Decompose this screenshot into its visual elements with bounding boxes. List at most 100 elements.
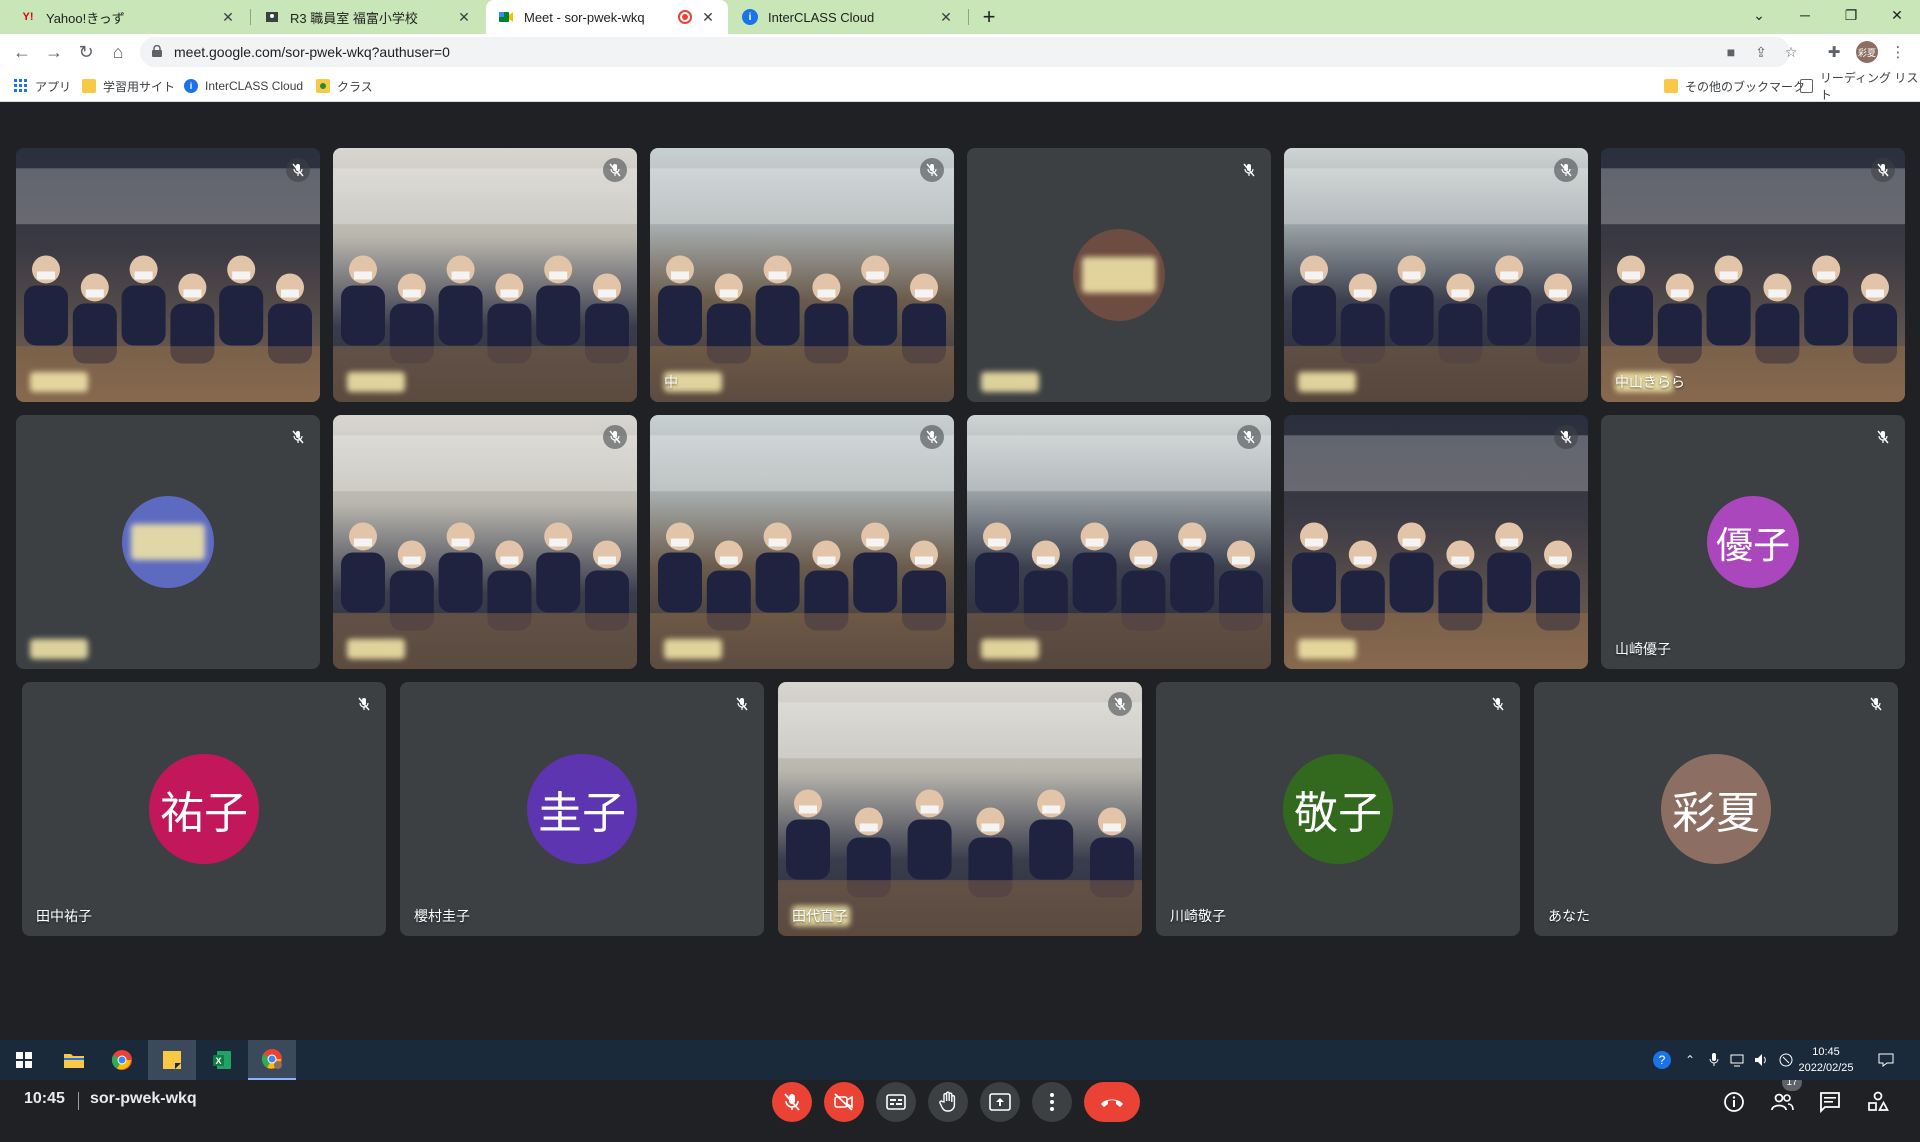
bookmark-label: リーディング リスト (1819, 71, 1919, 102)
tab-search-button[interactable]: ⌄ (1736, 0, 1782, 30)
minimize-button[interactable]: ─ (1782, 0, 1828, 30)
mic-off-button[interactable] (772, 1082, 812, 1122)
tab-interclass[interactable]: i InterCLASS Cloud ✕ (730, 0, 966, 34)
mic-off-icon (352, 692, 376, 716)
new-tab-button[interactable]: + (976, 4, 1002, 30)
raise-hand-button[interactable] (928, 1082, 968, 1122)
more-options-button[interactable] (1032, 1082, 1072, 1122)
bookmark-other[interactable]: その他のブックマーク (1664, 77, 1805, 95)
participant-tile[interactable]: 彩夏 あなた (1534, 682, 1898, 936)
participant-tile[interactable]: 中 (650, 148, 954, 402)
participant-avatar: 優子 (1707, 496, 1799, 588)
home-button[interactable]: ⌂ (104, 38, 132, 66)
activities-button[interactable] (1860, 1084, 1896, 1120)
participant-video (333, 415, 637, 669)
captions-button[interactable] (876, 1082, 916, 1122)
reload-button[interactable]: ↻ (72, 38, 100, 66)
chrome-profile-icon (261, 1049, 282, 1069)
extensions-icon[interactable]: ✚ (1822, 40, 1846, 64)
camera-icon[interactable]: ■ (1722, 44, 1740, 60)
participant-tile[interactable] (650, 415, 954, 669)
back-button[interactable]: ← (8, 38, 36, 66)
mic-off-icon (1871, 425, 1895, 449)
participant-tile[interactable]: 田代直子 (778, 682, 1142, 936)
participant-tile[interactable]: 祐子 田中祐子 (22, 682, 386, 936)
volume-icon[interactable] (1752, 1050, 1772, 1070)
start-button[interactable] (0, 1040, 48, 1080)
participant-tile[interactable] (1284, 415, 1588, 669)
recording-icon (678, 10, 692, 24)
participant-tile[interactable]: 中山きらら (1601, 148, 1905, 402)
tab-divider (250, 9, 251, 25)
taskbar-chrome[interactable] (98, 1040, 146, 1080)
bookmark-label: 学習用サイト (103, 79, 176, 94)
participant-tile[interactable]: 圭子 櫻村圭子 (400, 682, 764, 936)
taskbar-chrome-profile[interactable] (248, 1040, 296, 1080)
tab-meet[interactable]: Meet - sor-pwek-wkq ✕ (486, 0, 728, 34)
bookmark-label: その他のブックマーク (1685, 79, 1806, 94)
camera-off-button[interactable] (824, 1082, 864, 1122)
close-icon[interactable]: ✕ (456, 9, 472, 25)
clock-date: 2022/02/25 (1798, 1062, 1854, 1074)
participant-tile[interactable] (967, 415, 1271, 669)
participant-tile[interactable] (967, 148, 1271, 402)
forward-button[interactable]: → (40, 38, 68, 66)
close-icon[interactable]: ✕ (220, 9, 236, 25)
present-screen-button[interactable] (980, 1082, 1020, 1122)
classroom-icon (264, 9, 280, 25)
chat-button[interactable] (1812, 1084, 1848, 1120)
participant-tile[interactable]: 優子 山崎優子 (1601, 415, 1905, 669)
leave-call-button[interactable] (1084, 1082, 1140, 1122)
address-bar[interactable]: meet.google.com/sor-pwek-wkq?authuser=0 … (140, 37, 1797, 67)
system-clock[interactable]: 10:45 2022/02/25 (1786, 1044, 1866, 1076)
taskbar-file-explorer[interactable] (50, 1040, 98, 1080)
window-close-button[interactable]: ✕ (1874, 0, 1920, 30)
maximize-button[interactable]: ❐ (1828, 0, 1874, 30)
participant-name: 田中祐子 (36, 908, 92, 924)
participant-tile[interactable]: 敬子 川崎敬子 (1156, 682, 1520, 936)
taskbar-sticky-notes[interactable] (148, 1040, 196, 1080)
apps-grid-icon (14, 79, 28, 93)
participant-tile[interactable] (16, 148, 320, 402)
bookmark-label: アプリ (35, 79, 72, 94)
meeting-details-button[interactable] (1716, 1084, 1752, 1120)
bookmark-apps[interactable]: アプリ (14, 77, 71, 95)
participant-tile[interactable] (1284, 148, 1588, 402)
bookmark-classroom[interactable]: クラス (316, 77, 373, 95)
participant-tile[interactable] (333, 148, 637, 402)
tab-classroom[interactable]: R3 職員室 福富小学校 ✕ (252, 0, 484, 34)
tray-overflow-icon[interactable]: ⌃ (1680, 1050, 1700, 1070)
close-icon[interactable]: ✕ (938, 9, 954, 25)
tab-label: Yahoo!きっず (46, 10, 125, 26)
svg-text:X: X (215, 1056, 221, 1066)
mic-off-icon (1486, 692, 1510, 716)
info-icon (1724, 1092, 1744, 1112)
meet-stage: 中 中山きらら 優子 山崎優子 祐子 田中祐子 圭子 櫻村圭子 田代直子 敬子 … (0, 102, 1920, 1122)
tab-yahoo-kids[interactable]: Y! Yahoo!きっず ✕ (8, 0, 248, 34)
participant-name: あなた (1548, 908, 1590, 924)
mic-off-icon (1237, 158, 1261, 182)
close-icon[interactable]: ✕ (700, 9, 716, 25)
participant-tile[interactable] (16, 415, 320, 669)
hand-icon (939, 1091, 956, 1112)
redaction-blur (1298, 372, 1356, 392)
menu-icon[interactable]: ⋮ (1886, 40, 1910, 64)
camera-off-icon (834, 1093, 853, 1111)
bookmark-interclass[interactable]: i InterCLASS Cloud (184, 77, 303, 95)
help-icon[interactable]: ? (1652, 1050, 1672, 1070)
participant-name: 中山きらら (1615, 374, 1685, 390)
participant-avatar: 圭子 (527, 754, 637, 864)
network-icon[interactable] (1728, 1050, 1748, 1070)
participant-video (650, 148, 954, 402)
bookmark-star-icon[interactable]: ☆ (1782, 44, 1800, 60)
share-icon[interactable]: ⇪ (1752, 44, 1770, 60)
bookmark-reading-list[interactable]: リーディング リスト (1800, 71, 1920, 102)
profile-avatar[interactable]: 彩夏 (1856, 41, 1878, 63)
bookmark-learning-sites[interactable]: 学習用サイト (82, 77, 175, 95)
microphone-icon[interactable] (1704, 1050, 1724, 1070)
participant-tile[interactable] (333, 415, 637, 669)
file-explorer-icon (64, 1054, 84, 1068)
notification-icon[interactable] (1876, 1050, 1896, 1070)
taskbar-excel[interactable]: X (198, 1040, 246, 1080)
redaction-blur (347, 372, 405, 392)
